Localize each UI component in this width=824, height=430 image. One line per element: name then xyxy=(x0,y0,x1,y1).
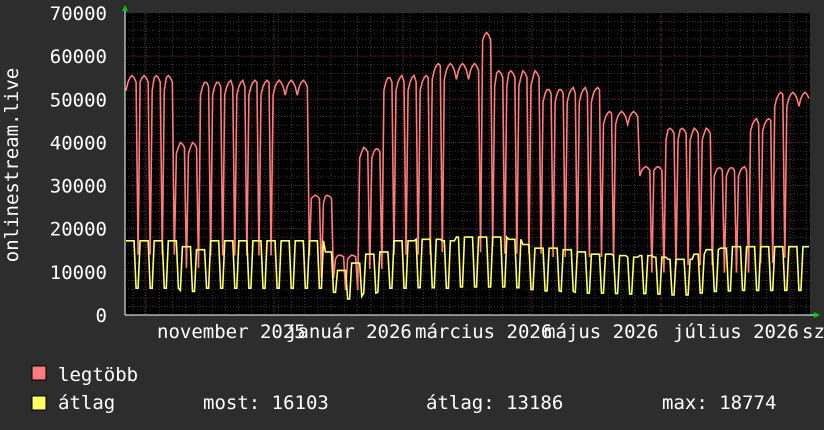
x-tick-label: szeptember xyxy=(802,321,824,343)
x-tick-labels: november 2025január 2026 március 2026máju… xyxy=(157,321,824,343)
legend-label-avg: átlag xyxy=(58,392,115,414)
plot-area xyxy=(125,13,810,315)
x-tick-label: július 2026 xyxy=(673,321,799,343)
stat-current: most: 16103 xyxy=(203,392,329,414)
y-axis-label: onlinestream.live xyxy=(1,68,23,262)
chart-canvas: 0 10000 20000 30000 40000 50000 60000 70000 nov… xyxy=(0,0,824,430)
legend-swatch-avg xyxy=(31,395,47,411)
y-tick-label: 0 xyxy=(96,305,107,327)
stat-average: átlag: 13186 xyxy=(426,392,563,414)
y-tick-label: 70000 xyxy=(50,3,107,25)
y-tick-label: 50000 xyxy=(50,89,107,111)
legend-label-max: legtöbb xyxy=(58,364,138,386)
x-tick-label: május 2026 xyxy=(544,321,658,343)
x-tick-label: március 2026 xyxy=(415,321,552,343)
y-tick-label: 30000 xyxy=(50,176,107,198)
y-tick-label: 60000 xyxy=(50,46,107,68)
x-tick-label: január 2026 xyxy=(286,321,412,343)
x-tick-label: november 2025 xyxy=(157,321,306,343)
stat-max: max: 18774 xyxy=(662,392,776,414)
y-tick-label: 40000 xyxy=(50,132,107,154)
legend-swatch-max xyxy=(31,365,47,381)
y-tick-label: 20000 xyxy=(50,219,107,241)
y-tick-label: 10000 xyxy=(50,262,107,284)
